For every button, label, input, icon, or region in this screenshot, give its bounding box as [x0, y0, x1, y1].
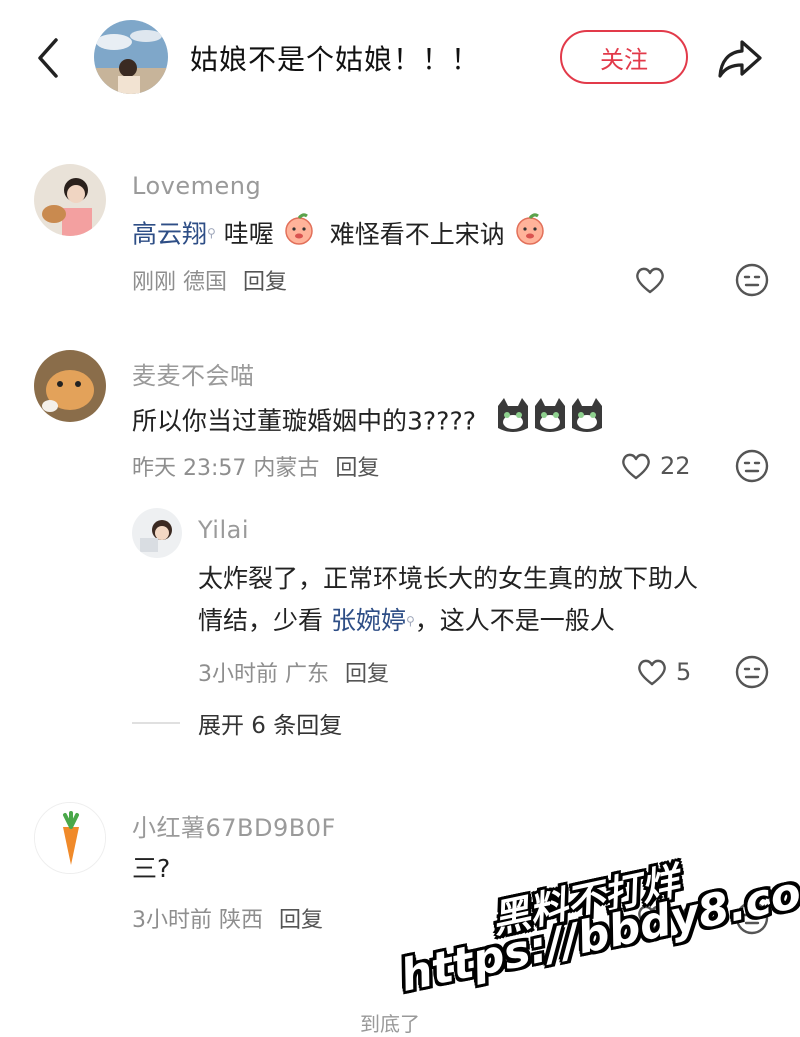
peach-sticker-icon [282, 212, 316, 259]
comment-text-part: 哇喔 [223, 219, 274, 249]
heart-icon [622, 453, 650, 480]
end-of-list-text: 到底了 [360, 1012, 420, 1036]
comment-text-part: 所以你当过董璇婚姻中的3???? [132, 406, 476, 436]
comment-time: 3小时前 陕西 [132, 908, 263, 933]
comment-username[interactable]: 小红薯67BD9B0F [132, 808, 336, 843]
avatar[interactable] [132, 508, 182, 558]
comment-meta: 3小时前 陕西 回复 [132, 902, 323, 934]
heart-icon [638, 659, 666, 686]
mention-link[interactable]: 高云翔 [132, 220, 207, 249]
like-button[interactable] [634, 260, 674, 300]
cat-sticker-icon [494, 396, 604, 449]
comment-meta: 3小时前 广东 回复 [198, 656, 389, 688]
follow-button[interactable]: 关注 [560, 30, 688, 84]
peach-sticker-icon [513, 212, 547, 259]
comment-username[interactable]: 麦麦不会喵 [132, 356, 255, 391]
reply-button[interactable]: 回复 [345, 662, 389, 687]
comment-text: 三? [132, 854, 171, 883]
comment-text: 所以你当过董璇婚姻中的3???? [132, 396, 604, 449]
share-icon[interactable] [716, 36, 764, 80]
search-icon: ⚲ [207, 226, 216, 240]
comment-time: 3小时前 广东 [198, 662, 329, 687]
emoji-reaction-icon[interactable] [734, 448, 770, 484]
comment-username[interactable]: Lovemeng [132, 172, 261, 200]
like-button[interactable]: 5 [636, 652, 691, 692]
expand-replies-label: 展开 6 条回复 [198, 713, 343, 739]
like-count: 5 [676, 658, 692, 686]
comment-text-part: ，这人不是一般人 [414, 606, 615, 635]
reply-button[interactable]: 回复 [243, 270, 287, 295]
search-icon: ⚲ [405, 614, 415, 628]
reply-button[interactable]: 回复 [279, 908, 323, 933]
comment-text-line: 太炸裂了，正常环境长大的女生真的放下助人 [198, 564, 699, 593]
emoji-reaction-icon[interactable] [734, 654, 770, 690]
avatar[interactable] [34, 802, 106, 874]
comment-text-part: 难怪看不上宋讷 [329, 219, 505, 249]
like-button[interactable]: 22 [620, 446, 691, 486]
like-count: 22 [660, 452, 691, 480]
avatar[interactable] [34, 350, 106, 422]
comment-time: 刚刚 德国 [132, 270, 227, 295]
expand-replies-button[interactable]: 展开 6 条回复 [132, 706, 342, 740]
comment-text: 太炸裂了，正常环境长大的女生真的放下助人 情结，少看 张婉婷⚲，这人不是一般人 [198, 558, 698, 642]
comment-time: 昨天 23:57 内蒙古 [132, 456, 320, 481]
reply-button[interactable]: 回复 [335, 456, 379, 481]
top-bar: 姑娘不是个姑娘！！！ 关注 [0, 0, 800, 118]
avatar[interactable] [34, 164, 106, 236]
author-avatar[interactable] [94, 20, 168, 94]
comment-meta: 刚刚 德国 回复 [132, 264, 287, 296]
back-icon[interactable] [30, 36, 70, 80]
mention-link[interactable]: 张婉婷 [331, 606, 406, 635]
comment-username[interactable]: Yilai [198, 516, 249, 544]
divider [132, 722, 180, 724]
comment-meta: 昨天 23:57 内蒙古 回复 [132, 450, 379, 482]
heart-icon [636, 267, 664, 294]
comment-text-part: 情结，少看 [198, 606, 324, 635]
author-name: 姑娘不是个姑娘！！！ [190, 43, 481, 76]
emoji-reaction-icon[interactable] [734, 262, 770, 298]
comment-text: 高云翔⚲ 哇喔 难怪看不上宋讷 [132, 212, 547, 259]
comment-text-line: 情结，少看 张婉婷⚲，这人不是一般人 [198, 600, 698, 642]
